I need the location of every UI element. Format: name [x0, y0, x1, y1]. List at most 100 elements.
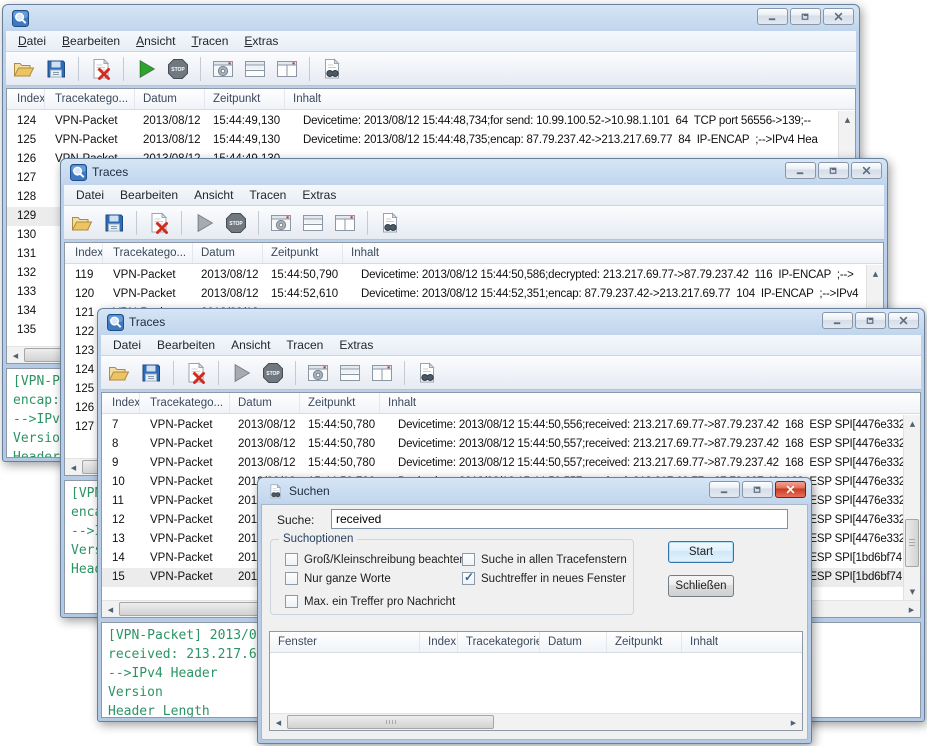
menu-item[interactable]: Extras — [331, 336, 381, 354]
checkbox-icon[interactable] — [285, 572, 298, 585]
stop-trace-button[interactable]: STOP — [258, 359, 288, 387]
save-trace-button[interactable] — [136, 359, 166, 387]
clear-trace-button[interactable] — [86, 55, 116, 83]
start-button[interactable]: Start — [668, 541, 734, 563]
maximize-button[interactable] — [818, 162, 849, 179]
minimize-button[interactable] — [822, 312, 853, 329]
scroll-left-icon[interactable]: ◀ — [270, 714, 287, 731]
column-header[interactable]: Index — [7, 89, 45, 109]
close-dialog-button[interactable]: Schließen — [668, 575, 734, 597]
trace-config-button[interactable] — [266, 209, 296, 237]
table-row[interactable]: 7 VPN-Packet 2013/08/12 15:44:50,780 Dev… — [102, 416, 920, 435]
minimize-button[interactable] — [757, 8, 788, 25]
column-header[interactable]: Datum — [540, 632, 607, 652]
option-results-in-new-window[interactable]: Suchtreffer in neues Fenster — [462, 571, 627, 586]
menu-item[interactable]: Ansicht — [223, 336, 278, 354]
search-trace-button[interactable] — [412, 359, 442, 387]
column-header[interactable]: Index — [65, 243, 103, 263]
maximize-button[interactable] — [855, 312, 886, 329]
split-vertical-button[interactable] — [330, 209, 360, 237]
table-row[interactable]: 8 VPN-Packet 2013/08/12 15:44:50,780 Dev… — [102, 435, 920, 454]
column-header[interactable]: Inhalt — [682, 632, 802, 652]
menu-item[interactable]: Extras — [236, 32, 286, 50]
menu-item[interactable]: Bearbeiten — [112, 186, 186, 204]
menu-item[interactable]: Ansicht — [128, 32, 183, 50]
vertical-scrollbar[interactable]: ▲ ▼ — [903, 415, 920, 600]
checkbox-icon[interactable] — [285, 553, 298, 566]
vertical-scrollbar-thumb[interactable] — [905, 519, 919, 567]
option-case-sensitive[interactable]: Groß/Kleinschreibung beachten — [285, 552, 466, 567]
column-header[interactable]: Tracekatego... — [45, 89, 135, 109]
close-button[interactable] — [775, 481, 806, 498]
scroll-left-icon[interactable]: ◀ — [102, 601, 119, 618]
scroll-right-icon[interactable]: ▶ — [903, 601, 920, 618]
open-trace-button[interactable] — [104, 359, 134, 387]
stop-trace-button[interactable]: STOP — [221, 209, 251, 237]
open-trace-button[interactable] — [67, 209, 97, 237]
close-button[interactable] — [851, 162, 882, 179]
column-header[interactable]: Datum — [193, 243, 263, 263]
menu-item[interactable]: Datei — [10, 32, 54, 50]
split-vertical-button[interactable] — [272, 55, 302, 83]
split-horizontal-button[interactable] — [240, 55, 270, 83]
trace-config-button[interactable] — [303, 359, 333, 387]
search-input[interactable] — [331, 509, 788, 529]
horizontal-scrollbar[interactable]: ◀ ▶ — [270, 713, 802, 730]
close-button[interactable] — [888, 312, 919, 329]
column-header[interactable]: Tracekatego... — [140, 393, 230, 413]
menu-item[interactable]: Bearbeiten — [54, 32, 128, 50]
scroll-right-icon[interactable]: ▶ — [785, 714, 802, 731]
column-header[interactable]: Inhalt — [343, 243, 883, 263]
column-header[interactable]: Zeitpunkt — [205, 89, 285, 109]
split-horizontal-button[interactable] — [298, 209, 328, 237]
option-max-one-hit-per-message[interactable]: Max. ein Treffer pro Nachricht — [285, 594, 466, 609]
scroll-up-icon[interactable]: ▲ — [904, 415, 921, 432]
scroll-down-icon[interactable]: ▼ — [904, 583, 921, 600]
column-header[interactable]: Zeitpunkt — [300, 393, 380, 413]
table-row[interactable]: 120 VPN-Packet 2013/08/12 15:44:52,610 D… — [65, 285, 883, 304]
scroll-up-icon[interactable]: ▲ — [839, 111, 856, 128]
titlebar[interactable]: Traces — [64, 159, 884, 185]
menu-item[interactable]: Bearbeiten — [149, 336, 223, 354]
search-trace-button[interactable] — [375, 209, 405, 237]
column-header[interactable]: Inhalt — [285, 89, 855, 109]
clear-trace-button[interactable] — [181, 359, 211, 387]
column-header[interactable]: Tracekategorie — [458, 632, 540, 652]
split-horizontal-button[interactable] — [335, 359, 365, 387]
stop-trace-button[interactable]: STOP — [163, 55, 193, 83]
save-trace-button[interactable] — [99, 209, 129, 237]
horizontal-scrollbar-thumb[interactable] — [287, 715, 494, 729]
menu-item[interactable]: Tracen — [183, 32, 236, 50]
column-header[interactable]: Datum — [135, 89, 205, 109]
open-trace-button[interactable] — [9, 55, 39, 83]
start-trace-button[interactable] — [131, 55, 161, 83]
column-header[interactable]: Fenster — [270, 632, 420, 652]
column-header[interactable]: Index — [102, 393, 140, 413]
option-whole-words[interactable]: Nur ganze Worte — [285, 571, 466, 586]
minimize-button[interactable] — [709, 481, 740, 498]
column-header[interactable]: Tracekatego... — [103, 243, 193, 263]
table-row[interactable]: 9 VPN-Packet 2013/08/12 15:44:50,780 Dev… — [102, 454, 920, 473]
menu-item[interactable]: Extras — [294, 186, 344, 204]
titlebar[interactable]: Suchen — [261, 478, 808, 504]
titlebar[interactable]: Traces — [101, 309, 921, 335]
close-button[interactable] — [823, 8, 854, 25]
menu-item[interactable]: Tracen — [241, 186, 294, 204]
scroll-left-icon[interactable]: ◀ — [7, 347, 24, 364]
checkbox-icon[interactable] — [462, 572, 475, 585]
clear-trace-button[interactable] — [144, 209, 174, 237]
start-trace-button[interactable] — [226, 359, 256, 387]
table-row[interactable]: 125 VPN-Packet 2013/08/12 15:44:49,130 D… — [7, 131, 855, 150]
scroll-up-icon[interactable]: ▲ — [867, 265, 884, 282]
start-trace-button[interactable] — [189, 209, 219, 237]
checkbox-icon[interactable] — [462, 553, 475, 566]
titlebar[interactable] — [6, 5, 856, 31]
search-trace-button[interactable] — [317, 55, 347, 83]
menu-item[interactable]: Datei — [68, 186, 112, 204]
column-header[interactable]: Zeitpunkt — [607, 632, 682, 652]
menu-item[interactable]: Ansicht — [186, 186, 241, 204]
save-trace-button[interactable] — [41, 55, 71, 83]
column-header[interactable]: Zeitpunkt — [263, 243, 343, 263]
maximize-button[interactable] — [742, 481, 773, 498]
column-header[interactable]: Inhalt — [380, 393, 920, 413]
